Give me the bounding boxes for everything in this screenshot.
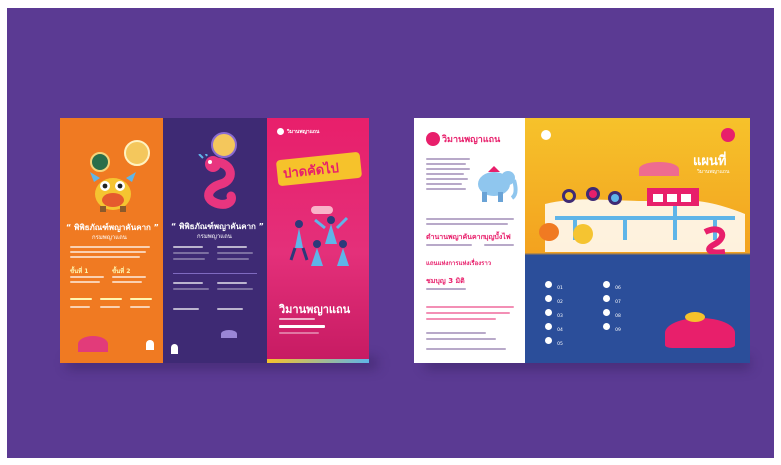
text-line [426, 158, 470, 160]
text-line [100, 298, 122, 300]
legend-dot-icon [603, 281, 610, 288]
hill-illustration [78, 336, 108, 352]
cover-footer-title: วิมานพญาแถน [279, 303, 351, 316]
text-line [426, 244, 472, 246]
text-line [173, 282, 203, 284]
text-line [217, 246, 247, 248]
toad-character-illustration [90, 172, 136, 212]
text-line [279, 318, 315, 320]
text-line [173, 258, 205, 260]
brand-logo-icon [426, 132, 440, 146]
legend-dot-icon [545, 323, 552, 330]
heading-story: แถนแห่งการแห่งเรื่องราว [426, 260, 492, 267]
brochure-panel-map: แผนที่ วิมานพญาแถน 01 02 03 04 05 06 07 … [525, 118, 750, 363]
text-line [426, 218, 514, 220]
presentation-canvas: “ พิพิธภัณฑ์พญาคันคาก ” กรมพญาแถน ขั้นที… [7, 8, 774, 458]
museum-map-illustration [539, 187, 745, 254]
text-line [173, 252, 209, 254]
text-line [217, 308, 243, 310]
text-line [279, 325, 325, 328]
text-line [426, 348, 506, 350]
text-line [426, 312, 510, 314]
text-line [70, 256, 140, 258]
legend-dot-icon [545, 281, 552, 288]
legend-item: 09 [603, 316, 621, 335]
text-line [70, 246, 150, 248]
small-hill-illustration [221, 330, 237, 338]
text-line [173, 246, 203, 248]
panel-subtitle: กรมพญาแถน [92, 234, 127, 241]
legend-dot-icon [545, 295, 552, 302]
text-line [70, 276, 104, 278]
text-line [426, 306, 514, 308]
divider [173, 273, 257, 274]
text-line [217, 252, 253, 254]
brochure-panel-purple: “ พิพิธภัณฑ์พญาคันคาก ” กรมพญาแถน [163, 118, 267, 363]
text-line [130, 298, 152, 300]
legend-dot-icon [603, 323, 610, 330]
brand-name: วิมานพญาแถน [287, 129, 320, 135]
medallion-right-icon [124, 140, 150, 166]
panel-subtitle: กรมพญาแถน [197, 233, 232, 240]
text-line [279, 332, 319, 334]
island-top-illustration [685, 312, 705, 322]
text-line [426, 332, 486, 334]
text-line [70, 251, 146, 253]
legend-dot-icon [603, 295, 610, 302]
text-line [484, 244, 514, 246]
legend-dot-icon [545, 309, 552, 316]
heading-legend: ตำนานพญาคันคาก [426, 233, 485, 241]
text-line [426, 223, 508, 225]
naga-serpent-illustration [198, 154, 236, 209]
text-line [130, 306, 150, 308]
elephant-illustration [478, 166, 518, 202]
text-line [426, 168, 470, 170]
heading-3d: ชมบุญ 3 มิติ [426, 277, 465, 285]
logo-icon [146, 340, 154, 350]
pin-icon [541, 130, 551, 140]
text-line [173, 308, 199, 310]
legend-number: 09 [615, 328, 621, 333]
text-line [426, 288, 466, 290]
brand-name: วิมานพญาแถน [442, 135, 501, 145]
text-line [426, 338, 496, 340]
text-line [70, 298, 92, 300]
brochure-panel-cover: วิมานพญาแถน ปาดคัดไป วิมานพญาแถน [267, 118, 369, 363]
brochure-panel-orange: “ พิพิธภัณฑ์พญาคันคาก ” กรมพญาแถน ขั้นที… [60, 118, 163, 363]
text-line [426, 183, 462, 185]
legend-item: 05 [545, 330, 563, 349]
text-line [426, 188, 466, 190]
text-line [217, 282, 247, 284]
text-line [426, 318, 496, 320]
text-line [173, 288, 209, 290]
island-illustration [665, 318, 735, 348]
brand-logo-icon [277, 128, 284, 135]
text-line [426, 173, 464, 175]
text-line [426, 178, 468, 180]
text-line [217, 288, 253, 290]
text-line [112, 276, 146, 278]
text-line [100, 306, 120, 308]
dancers-illustration [289, 216, 349, 266]
text-line [112, 281, 142, 283]
ufo-icon [721, 128, 735, 142]
legend-dot-icon [545, 337, 552, 344]
brochure-panel-info: วิมานพญาแถน ตำนานพญาคันคาก บุญบั้งไฟ แถน… [414, 118, 525, 363]
cloud-illustration [311, 206, 333, 214]
text-line [426, 163, 466, 165]
gradient-strip [267, 359, 369, 363]
legend-dot-icon [603, 309, 610, 316]
text-line [217, 258, 249, 260]
step-1-label: ขั้นที่ 1 [70, 268, 89, 275]
text-line [70, 306, 90, 308]
heading-rocket-festival: บุญบั้งไฟ [484, 233, 511, 241]
legend-number: 05 [557, 342, 563, 347]
logo-icon [171, 344, 178, 354]
text-line [70, 281, 100, 283]
step-2-label: ขั้นที่ 2 [112, 268, 131, 275]
